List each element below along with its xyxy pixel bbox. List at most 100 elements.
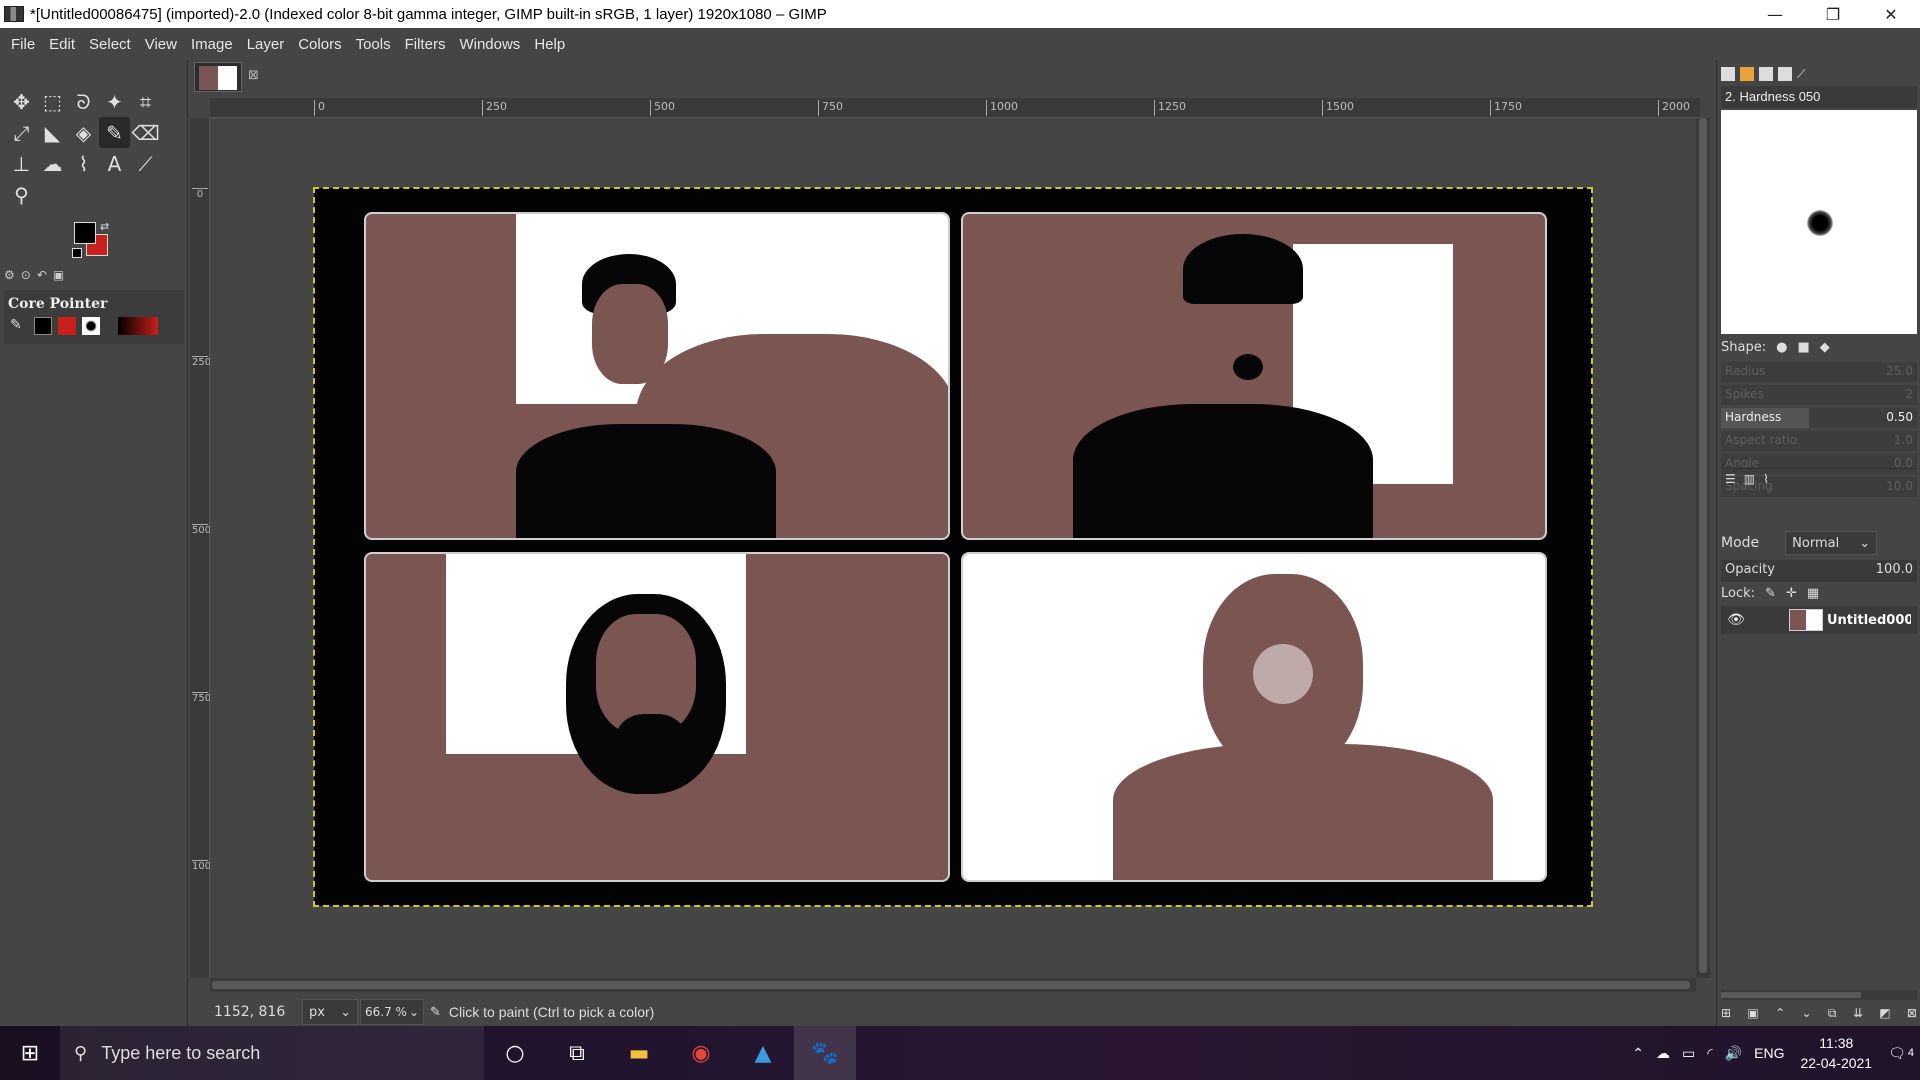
taskbar-search[interactable]: ⚲ Type here to search	[60, 1026, 484, 1080]
undo-history-tab-icon[interactable]: ↶	[37, 268, 47, 282]
lasso-icon[interactable]: ᘐ	[68, 86, 99, 117]
layers-scrollbar[interactable]	[1721, 990, 1917, 1000]
menu-file[interactable]: File	[4, 36, 42, 53]
menu-colors[interactable]: Colors	[291, 36, 348, 53]
menu-filters[interactable]: Filters	[398, 36, 453, 53]
language-indicator[interactable]: ENG	[1748, 1045, 1790, 1061]
battery-icon[interactable]: ▭	[1676, 1045, 1701, 1062]
patterns-tab-icon[interactable]	[1740, 67, 1754, 81]
windows-start-icon[interactable]: ⊞	[0, 1026, 60, 1080]
task-view-icon[interactable]: ⧉	[546, 1026, 608, 1080]
menu-view[interactable]: View	[138, 36, 184, 53]
fonts-tab-icon[interactable]	[1759, 67, 1773, 81]
rect-select-icon[interactable]: ⬚	[37, 86, 68, 117]
channels-tab-icon[interactable]: ▥	[1744, 472, 1755, 486]
brush-param-aspect-ratio[interactable]: Aspect ratio 1.0	[1721, 431, 1917, 451]
new-layer-icon[interactable]: ⊞	[1721, 1006, 1731, 1021]
show-hidden-icons-icon[interactable]: ⌃	[1626, 1045, 1650, 1062]
paths-tab-icon[interactable]: ⌇	[1763, 472, 1769, 486]
clone-icon[interactable]: ⊥	[6, 148, 37, 179]
delete-layer-icon[interactable]: ⊠	[1907, 1006, 1917, 1021]
volume-icon[interactable]: 🔊	[1719, 1045, 1748, 1062]
lower-layer-icon[interactable]: ⌄	[1802, 1006, 1812, 1021]
onedrive-icon[interactable]: ☁	[1650, 1045, 1676, 1062]
gimp-taskbar-icon[interactable]: 🐾	[794, 1026, 856, 1080]
brushes-tab-icon[interactable]	[1721, 67, 1735, 81]
smudge-icon[interactable]: ☁	[37, 148, 68, 179]
brush-param-spikes[interactable]: Spikes 2	[1721, 385, 1917, 405]
image-canvas[interactable]	[313, 187, 1593, 907]
maximize-button[interactable]: ❐	[1804, 0, 1862, 28]
zoom-select[interactable]: 66.7 % ⌄	[360, 999, 424, 1025]
merge-layer-icon[interactable]: ⇊	[1853, 1006, 1863, 1021]
paths-icon[interactable]: ⌇	[68, 148, 99, 179]
chrome-icon[interactable]: ◉	[670, 1026, 732, 1080]
menu-tools[interactable]: Tools	[349, 36, 398, 53]
brush-param-radius[interactable]: Radius 25.0	[1721, 362, 1917, 382]
foreground-color-swatch[interactable]	[74, 222, 96, 244]
photos-icon[interactable]: ▲	[732, 1026, 794, 1080]
horizontal-scroll-thumb[interactable]	[212, 981, 1690, 989]
paint-dynamics-tab-icon[interactable]: ⟋	[1797, 67, 1811, 81]
image-tab[interactable]	[194, 62, 242, 92]
unified-transform-icon[interactable]: ⤢	[6, 117, 37, 148]
gimp-app-icon	[4, 6, 24, 22]
lock-alpha-icon[interactable]: ▦	[1807, 586, 1819, 601]
menu-image[interactable]: Image	[184, 36, 240, 53]
mask-layer-icon[interactable]: ◩	[1879, 1006, 1890, 1021]
reset-colors-icon[interactable]	[72, 248, 82, 258]
circle-shape-icon[interactable]: ●	[1776, 340, 1787, 355]
raise-layer-icon[interactable]: ⌃	[1775, 1006, 1785, 1021]
menu-windows[interactable]: Windows	[452, 36, 527, 53]
shape-row: Shape: ● ■ ◆	[1721, 340, 1830, 355]
cortana-icon[interactable]: ○	[484, 1026, 546, 1080]
menu-layer[interactable]: Layer	[240, 36, 292, 53]
color-picker-icon[interactable]: ⟋	[130, 148, 161, 179]
vertical-scroll-thumb[interactable]	[1699, 118, 1707, 973]
text-tool-icon[interactable]: A	[99, 148, 130, 179]
device-status-tab-icon[interactable]: ⊙	[21, 268, 31, 282]
menu-select[interactable]: Select	[82, 36, 138, 53]
move-tool-icon[interactable]: ✥	[6, 86, 37, 117]
zoom-icon[interactable]: ⚲	[6, 179, 37, 210]
device-status-panel: Core Pointer ✎	[4, 290, 184, 344]
file-explorer-icon[interactable]: ▬	[608, 1026, 670, 1080]
menu-edit[interactable]: Edit	[42, 36, 82, 53]
paintbrush-icon[interactable]: ✎	[99, 117, 130, 148]
device-brush-icon: ✎	[10, 317, 22, 333]
clock[interactable]: 11:38 22-04-2021	[1790, 1033, 1882, 1073]
wifi-icon[interactable]: ◜	[1701, 1045, 1718, 1062]
lock-position-icon[interactable]: ✛	[1786, 586, 1797, 601]
images-tab-icon[interactable]: ▣	[53, 268, 64, 282]
fuzzy-select-icon[interactable]: ✦	[99, 86, 130, 117]
eraser-icon[interactable]: ⌫	[130, 117, 161, 148]
layers-scroll-thumb[interactable]	[1721, 992, 1861, 998]
diamond-shape-icon[interactable]: ◆	[1820, 340, 1830, 355]
crop-icon[interactable]: ⌗	[130, 86, 161, 117]
swap-colors-icon[interactable]: ⇄	[100, 220, 109, 233]
square-shape-icon[interactable]: ■	[1797, 340, 1809, 355]
minimize-button[interactable]: —	[1746, 0, 1804, 28]
layers-tab-icon[interactable]: ☰	[1725, 472, 1736, 486]
opacity-field[interactable]: Opacity 100.0	[1721, 560, 1917, 582]
unit-select[interactable]: px ⌄	[302, 999, 358, 1025]
tool-options-tab-icon[interactable]: ⚙	[4, 268, 15, 282]
brush-param-hardness[interactable]: Hardness 0.50	[1721, 408, 1917, 428]
close-button[interactable]: ✕	[1862, 0, 1920, 28]
ruler-tick-label: 1000	[986, 100, 1018, 116]
lock-pixels-icon[interactable]: ✎	[1765, 586, 1776, 601]
tab-close-icon[interactable]: ⊠	[248, 68, 259, 83]
new-group-icon[interactable]: ▣	[1747, 1006, 1758, 1021]
horizontal-scrollbar[interactable]	[210, 978, 1696, 992]
bucket-fill-icon[interactable]: ◈	[68, 117, 99, 148]
mode-select[interactable]: Normal ⌄	[1785, 531, 1878, 555]
warp-icon[interactable]: ◣	[37, 117, 68, 148]
brush-preview[interactable]	[1721, 110, 1917, 334]
vertical-scrollbar[interactable]	[1696, 118, 1710, 978]
brushes-dock-tabs: ⟋	[1721, 64, 1917, 84]
duplicate-layer-icon[interactable]: ⧉	[1828, 1006, 1837, 1021]
document-history-tab-icon[interactable]	[1778, 67, 1792, 81]
visibility-eye-icon[interactable]: 👁	[1721, 612, 1751, 628]
menu-help[interactable]: Help	[527, 36, 572, 53]
layer-item[interactable]: 👁 Untitled000	[1721, 606, 1917, 634]
